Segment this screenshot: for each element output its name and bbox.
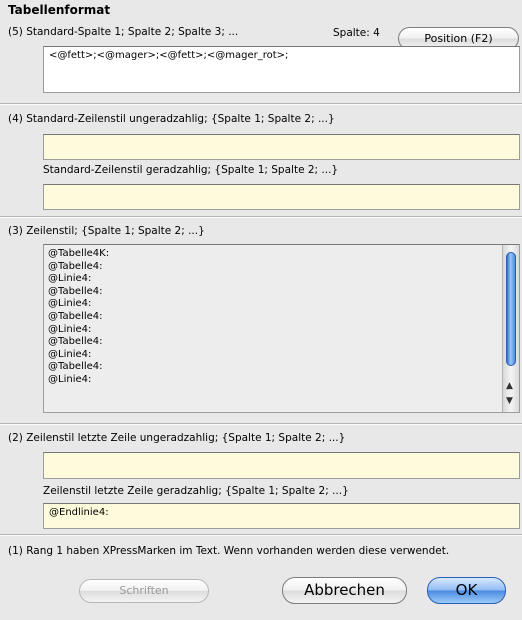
separator bbox=[0, 216, 522, 218]
separator bbox=[0, 534, 522, 536]
last-row-odd-field[interactable] bbox=[43, 452, 520, 479]
column-indicator: Spalte: 4 bbox=[333, 27, 380, 39]
separator bbox=[0, 103, 522, 105]
dialog-title: Tabellenformat bbox=[8, 3, 111, 17]
list-item[interactable]: @Linie4: bbox=[48, 349, 109, 362]
section4-even-label: Standard-Zeilenstil geradzahlig; {Spalte… bbox=[43, 164, 339, 176]
scrollbar-thumb[interactable] bbox=[506, 252, 516, 366]
separator bbox=[0, 423, 522, 425]
list-item[interactable]: @Tabelle4: bbox=[48, 336, 109, 349]
list-item[interactable]: @Tabelle4: bbox=[48, 361, 109, 374]
row-style-even-field[interactable] bbox=[43, 184, 520, 210]
standard-column-field[interactable]: <@fett>;<@mager>;<@fett>;<@mager_rot>; bbox=[43, 46, 520, 93]
scroll-down-arrow-icon[interactable]: ▼ bbox=[506, 396, 513, 406]
section5-label: (5) Standard-Spalte 1; Spalte 2; Spalte … bbox=[8, 26, 239, 38]
list-item[interactable]: @Linie4: bbox=[48, 273, 109, 286]
list-item[interactable]: @Tabelle4: bbox=[48, 311, 109, 324]
section4-odd-label: (4) Standard-Zeilenstil ungeradzahlig; {… bbox=[8, 113, 335, 125]
list-item[interactable]: @Linie4: bbox=[48, 324, 109, 337]
section2-even-label: Zeilenstil letzte Zeile geradzahlig; {Sp… bbox=[43, 485, 349, 497]
section3-label: (3) Zeilenstil; {Spalte 1; Spalte 2; ...… bbox=[8, 225, 205, 237]
last-row-even-field[interactable]: @Endlinie4: bbox=[43, 503, 520, 529]
list-item[interactable]: @Tabelle4: bbox=[48, 261, 109, 274]
ok-button[interactable]: OK bbox=[427, 577, 506, 604]
row-style-odd-field[interactable] bbox=[43, 134, 520, 160]
list-item[interactable]: @Linie4: bbox=[48, 374, 109, 387]
list-item[interactable]: @Tabelle4: bbox=[48, 286, 109, 299]
cancel-button[interactable]: Abbrechen bbox=[282, 577, 407, 604]
row-style-list[interactable]: @Tabelle4K: @Tabelle4: @Linie4: @Tabelle… bbox=[43, 244, 520, 413]
list-item[interactable]: @Linie4: bbox=[48, 298, 109, 311]
scroll-up-arrow-icon[interactable]: ▲ bbox=[506, 381, 513, 391]
row-style-list-items: @Tabelle4K: @Tabelle4: @Linie4: @Tabelle… bbox=[48, 248, 109, 387]
fonts-button[interactable]: Schriften bbox=[79, 579, 209, 603]
vertical-scrollbar[interactable]: ▲ ▼ bbox=[502, 245, 519, 412]
list-item[interactable]: @Tabelle4K: bbox=[48, 248, 109, 261]
section1-note: (1) Rang 1 haben XPressMarken im Text. W… bbox=[8, 545, 450, 557]
section2-odd-label: (2) Zeilenstil letzte Zeile ungeradzahli… bbox=[8, 432, 346, 444]
